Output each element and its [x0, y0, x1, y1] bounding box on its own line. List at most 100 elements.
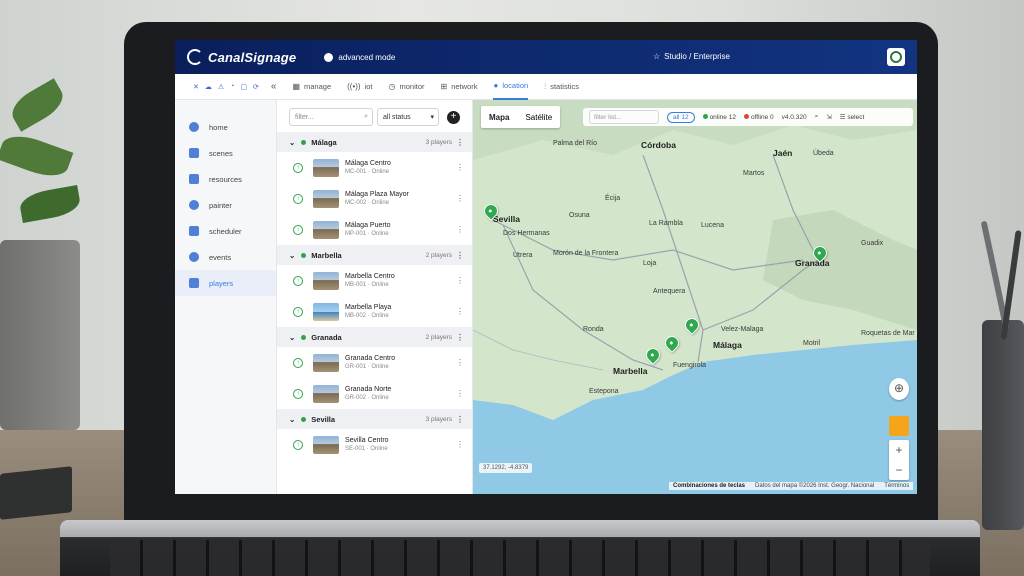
- tab-iot[interactable]: ((•)) iot: [347, 74, 372, 100]
- player-status: GR-001 · Online: [345, 364, 389, 370]
- chevron-down-icon: ▾: [430, 114, 434, 121]
- user-avatar[interactable]: [887, 48, 905, 66]
- pen-cup: [982, 320, 1024, 530]
- kebab-icon[interactable]: ⋮: [456, 358, 464, 367]
- keyboard-shortcuts-link[interactable]: Combinaciones de teclas: [673, 483, 745, 489]
- group-count: 2 players: [425, 251, 452, 259]
- filter-all-pill[interactable]: all 12: [667, 111, 695, 123]
- star-icon: ☆: [653, 52, 661, 61]
- sidebar-item-players[interactable]: players: [175, 270, 276, 296]
- kebab-icon[interactable]: ⋮: [456, 276, 464, 285]
- player-thumbnail: [313, 271, 339, 290]
- zoom-in-button[interactable]: +: [889, 440, 909, 460]
- tab-manage[interactable]: ▦ manage: [292, 74, 331, 100]
- filter-offline[interactable]: offline 0: [743, 113, 774, 121]
- sidebar-item-painter[interactable]: painter: [175, 192, 276, 218]
- group-header-granada[interactable]: ⌄ Granada 2 players ⋮: [277, 327, 472, 347]
- kebab-icon[interactable]: ⋮: [456, 440, 464, 449]
- player-name: Marbella Centro: [345, 273, 395, 280]
- city-label-ubeda: Úbeda: [813, 150, 834, 157]
- player-thumbnail: [313, 158, 339, 177]
- status-select-value: all status: [383, 113, 411, 121]
- city-label-roquetas: Roquetas de Mar: [861, 330, 915, 337]
- player-row[interactable]: ↑ Marbella Centro MB-001 · Online ⋮: [277, 265, 472, 296]
- player-thumbnail: [313, 384, 339, 403]
- mode-toggle[interactable]: advanced mode: [324, 52, 396, 62]
- kebab-icon[interactable]: ⋮: [456, 225, 464, 234]
- city-label-motril: Motril: [803, 340, 821, 347]
- move-icon: [189, 148, 199, 158]
- sidebar-item-events[interactable]: events: [175, 244, 276, 270]
- kebab-icon[interactable]: ⋮: [456, 389, 464, 398]
- player-row[interactable]: ↑ Sevilla Centro SE-001 · Online ⋮: [277, 429, 472, 460]
- player-row[interactable]: ↑ Granada Centro GR-001 · Online ⋮: [277, 347, 472, 378]
- map-filter-input[interactable]: filter list...: [589, 110, 659, 124]
- notebook: [0, 466, 72, 520]
- player-row[interactable]: ↑ Marbella Playa MB-002 · Online ⋮: [277, 296, 472, 327]
- tab-label: network: [451, 82, 478, 91]
- player-status: SE-001 · Online: [345, 446, 388, 452]
- sidebar-item-home[interactable]: home: [175, 114, 276, 140]
- kebab-icon[interactable]: ⋮: [456, 194, 464, 203]
- group-header-marbella[interactable]: ⌄ Marbella 2 players ⋮: [277, 245, 472, 265]
- group-count: 2 players: [425, 333, 452, 341]
- map-view[interactable]: Mapa Satélite filter list... all 12 onli…: [473, 100, 917, 494]
- zoom-out-button[interactable]: −: [889, 460, 909, 480]
- group-header-malaga[interactable]: ⌄ Málaga 3 players ⋮: [277, 132, 472, 152]
- offline-label: offline: [750, 113, 769, 121]
- player-row[interactable]: ↑ Málaga Centro MC-001 · Online ⋮: [277, 152, 472, 183]
- brand-logo[interactable]: CanalSignage: [187, 49, 296, 65]
- sidebar-item-scenes[interactable]: scenes: [175, 140, 276, 166]
- kebab-icon[interactable]: ⋮: [456, 333, 464, 342]
- sync-icon[interactable]: ⟳: [253, 83, 259, 91]
- players-panel: filter... ⌕ all status ▾ + ⌄ Málaga 3 pl…: [277, 100, 473, 494]
- mode-label: advanced mode: [338, 52, 396, 62]
- group-name: Málaga: [311, 137, 337, 147]
- filter-online[interactable]: online 12: [702, 113, 736, 121]
- sidebar-item-resources[interactable]: resources: [175, 166, 276, 192]
- kebab-icon[interactable]: ⋮: [456, 307, 464, 316]
- group-header-sevilla[interactable]: ⌄ Sevilla 3 players ⋮: [277, 409, 472, 429]
- status-select[interactable]: all status ▾: [377, 108, 439, 126]
- player-filter-input[interactable]: filter... ⌕: [289, 108, 373, 126]
- select-button[interactable]: ☰ select: [840, 113, 865, 121]
- player-row[interactable]: ↑ Granada Norte GR-002 · Online ⋮: [277, 378, 472, 409]
- cloud-icon[interactable]: ☁: [205, 83, 212, 91]
- tab-monitor[interactable]: ◷ monitor: [389, 74, 425, 100]
- map-type-satellite-button[interactable]: Satélite: [517, 113, 560, 122]
- search-icon[interactable]: ⌕: [815, 113, 819, 121]
- collapse-icon[interactable]: «: [271, 81, 277, 92]
- player-row[interactable]: ↑ Málaga Puerto MP-001 · Online ⋮: [277, 214, 472, 245]
- kebab-icon[interactable]: ⋮: [456, 163, 464, 172]
- sidebar-item-scheduler[interactable]: scheduler: [175, 218, 276, 244]
- quick-icon[interactable]: ✕: [193, 83, 199, 91]
- grid-icon: ▦: [292, 82, 301, 91]
- terms-link[interactable]: Términos: [884, 483, 909, 489]
- screen-icon[interactable]: ▢: [240, 83, 247, 91]
- warning-icon[interactable]: ⚠: [218, 83, 224, 91]
- kebab-icon[interactable]: ⋮: [456, 415, 464, 424]
- kebab-icon[interactable]: ⋮: [456, 138, 464, 147]
- add-player-button[interactable]: +: [447, 110, 460, 124]
- street-view-icon[interactable]: [889, 416, 909, 436]
- tab-location[interactable]: ● location: [493, 74, 529, 100]
- player-status: MP-001 · Online: [345, 231, 389, 237]
- tab-network[interactable]: ⊞ network: [441, 74, 478, 100]
- tab-label: monitor: [399, 82, 425, 91]
- pie-icon[interactable]: ◔: [230, 83, 234, 91]
- map-type-map-button[interactable]: Mapa: [481, 113, 517, 122]
- expand-icon[interactable]: ⇲: [826, 113, 831, 121]
- chevron-down-icon: ⌄: [289, 250, 296, 260]
- city-label-malaga: Málaga: [713, 340, 742, 350]
- city-label-osuna: Osuna: [569, 212, 590, 219]
- chevron-down-icon: ⌄: [289, 332, 296, 342]
- app-header: CanalSignage advanced mode ☆ Studio / En…: [175, 40, 917, 74]
- locate-button[interactable]: ⊕: [889, 378, 909, 400]
- kebab-icon[interactable]: ⋮: [456, 251, 464, 260]
- player-row[interactable]: ↑ Málaga Plaza Mayor MC-002 · Online ⋮: [277, 183, 472, 214]
- pin-icon: ●: [493, 81, 499, 90]
- tab-statistics[interactable]: ⫶ statistics: [544, 74, 579, 100]
- plan-label: Studio / Enterprise: [664, 52, 730, 61]
- search-icon: ⌕: [364, 113, 368, 120]
- city-label-cordoba: Córdoba: [641, 140, 676, 150]
